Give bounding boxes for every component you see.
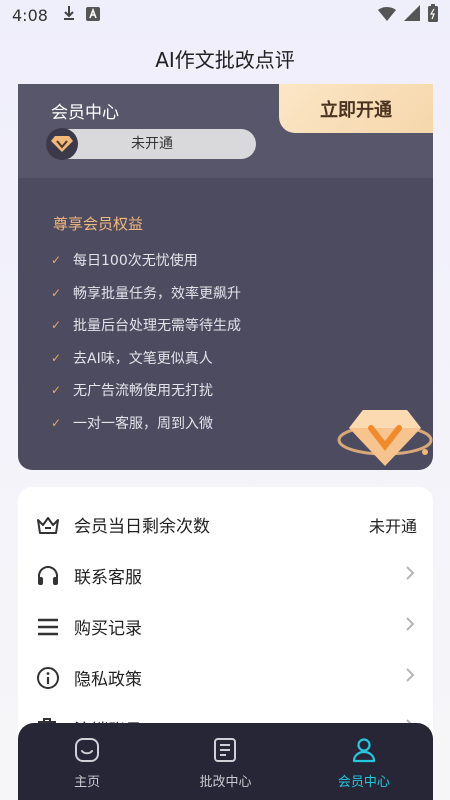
wifi-icon (378, 6, 396, 25)
nav-label: 主页 (74, 775, 101, 790)
benefit-list: ✓ 每日100次无忧使用 ✓ 畅享批量任务，效率更飙升 ✓ 批量后台处理无需等待生成 … (51, 244, 241, 439)
document-icon (213, 737, 237, 767)
member-card: 会员中心 未开通 立即开通 尊享会员权益 ✓ 每日100次无忧使用 ✓ 畅享批量任务… (18, 84, 433, 470)
bottom-nav: 主页 批改中心 会员中心 (18, 723, 433, 800)
benefit-item: ✓ 一对一客服，周到入微 (51, 415, 213, 432)
menu-item-contact-service[interactable]: 联系客服 (18, 550, 433, 601)
info-icon (36, 666, 66, 690)
check-icon: ✓ (51, 318, 62, 333)
font-icon (85, 6, 100, 25)
crown-icon (36, 515, 66, 535)
nav-label: 会员中心 (337, 775, 390, 790)
nav-label: 批改中心 (199, 775, 252, 790)
headset-icon (36, 564, 66, 588)
chevron-right-icon (405, 616, 415, 637)
open-membership-button[interactable]: 立即开通 (279, 84, 433, 133)
check-icon: ✓ (51, 350, 62, 365)
menu-item-daily-remaining[interactable]: 会员当日剩余次数 未开通 (18, 499, 433, 550)
menu-item-value: 未开通 (368, 516, 417, 536)
benefit-item: ✓ 无广告流畅使用无打扰 (51, 383, 213, 400)
user-icon (351, 737, 377, 767)
status-time: 4:08 (12, 5, 48, 25)
member-card-heading: 会员中心 (51, 103, 119, 123)
benefit-item: ✓ 批量后台处理无需等待生成 (51, 318, 241, 335)
benefit-item: ✓ 去AI味，文笔更似真人 (51, 350, 213, 367)
chevron-right-icon (405, 565, 415, 586)
menu-item-label: 购买记录 (74, 619, 142, 639)
benefits-title: 尊享会员权益 (53, 215, 144, 233)
diamond-trophy-icon (333, 402, 433, 470)
membership-status-text: 未开通 (131, 136, 173, 152)
page-title: AI作文批改点评 (155, 48, 295, 72)
menu-item-privacy-policy[interactable]: 隐私政策 (18, 652, 433, 703)
menu-item-label: 隐私政策 (74, 670, 142, 690)
signal-icon (404, 5, 420, 25)
nav-item-member-center[interactable]: 会员中心 (295, 723, 433, 800)
battery-icon (428, 4, 438, 26)
nav-item-home[interactable]: 主页 (18, 723, 156, 800)
check-icon: ✓ (51, 383, 62, 398)
status-bar: 4:08 (0, 0, 450, 30)
benefit-item: ✓ 畅享批量任务，效率更飙升 (51, 285, 241, 302)
download-icon (62, 5, 76, 25)
check-icon: ✓ (51, 285, 62, 300)
menu-item-purchase-history[interactable]: 购买记录 (18, 601, 433, 652)
diamond-badge-icon (46, 128, 78, 160)
list-icon (36, 617, 66, 637)
benefit-item: ✓ 每日100次无忧使用 (51, 253, 198, 270)
check-icon: ✓ (51, 253, 62, 268)
menu-item-label: 联系客服 (74, 568, 142, 588)
membership-status-pill: 未开通 (46, 128, 256, 160)
nav-item-correction-center[interactable]: 批改中心 (156, 723, 294, 800)
home-icon (74, 737, 100, 767)
menu-item-label: 会员当日剩余次数 (74, 517, 210, 537)
check-icon: ✓ (51, 415, 62, 430)
chevron-right-icon (405, 667, 415, 688)
